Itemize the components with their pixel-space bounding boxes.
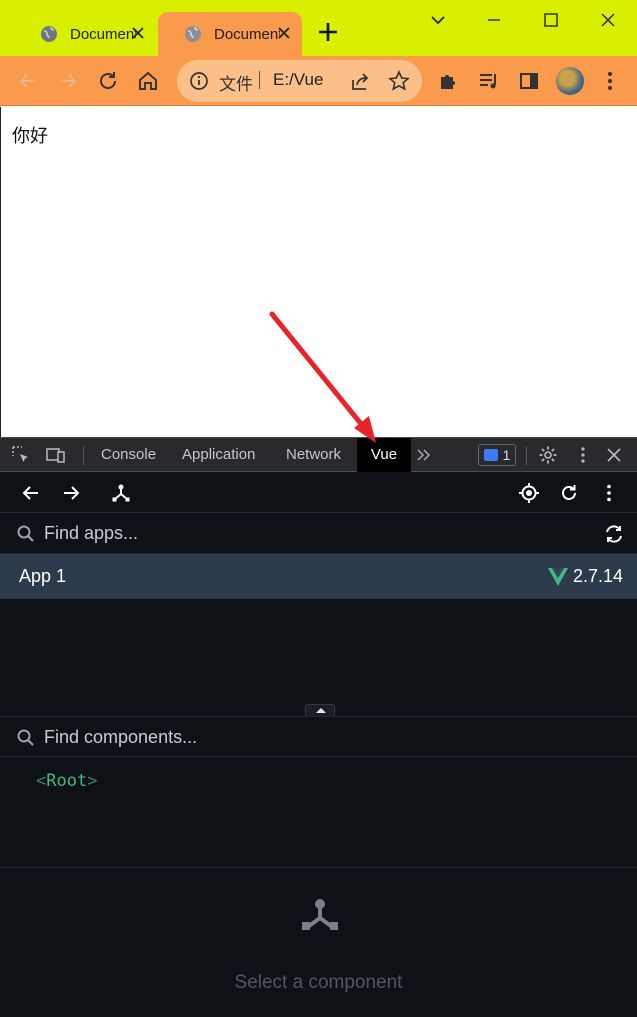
tab-search-chevron-icon[interactable] (426, 8, 450, 32)
close-devtools-icon[interactable] (604, 445, 624, 465)
devtools-menu-icon[interactable] (573, 445, 593, 465)
more-menu-icon[interactable] (598, 69, 622, 93)
maximize-icon[interactable] (539, 8, 563, 32)
tab-vue[interactable]: Vue (357, 438, 411, 472)
more-tabs-chevron-icon[interactable] (414, 445, 434, 465)
browser-tab-title: Document (214, 25, 280, 43)
select-component-hint: Select a component (234, 972, 403, 993)
tab-application[interactable]: Application (182, 438, 255, 472)
find-apps-input[interactable] (44, 519, 584, 547)
close-tab-icon[interactable] (276, 25, 292, 41)
root-tag-name: Root (46, 771, 88, 791)
info-icon[interactable] (189, 71, 209, 91)
close-window-icon[interactable] (596, 8, 620, 32)
tab-divider (83, 446, 84, 465)
bookmark-star-icon[interactable] (388, 70, 410, 92)
back-icon[interactable] (16, 69, 40, 93)
browser-tab-bar: Document Document (0, 0, 637, 56)
find-components-row (0, 716, 637, 757)
profile-avatar[interactable] (556, 67, 584, 95)
issues-counter[interactable]: 1 (478, 444, 516, 466)
find-components-input[interactable] (44, 723, 584, 751)
vue-devtools-panel: App 1 2.7.14 <Root> Select a component (0, 472, 637, 1017)
url-text[interactable]: E:/Vue (273, 70, 335, 90)
tab-divider (526, 446, 527, 465)
find-apps-row (0, 513, 637, 554)
media-queue-icon[interactable] (477, 69, 501, 93)
tag-close-bracket: > (87, 771, 98, 791)
browser-tab-2[interactable]: Document (158, 12, 302, 56)
collapse-up-icon (316, 708, 326, 713)
page-greeting-text: 你好 (12, 126, 48, 147)
component-inspector: Select a component (0, 869, 637, 1017)
extensions-icon[interactable] (437, 69, 461, 93)
forward-icon[interactable] (56, 69, 80, 93)
settings-gear-icon[interactable] (538, 445, 558, 465)
globe-icon (185, 26, 201, 42)
file-scheme-label: 文件 (219, 75, 253, 94)
component-tree-icon (302, 899, 338, 930)
page-viewport: 你好 (0, 107, 637, 437)
message-icon (483, 449, 498, 461)
pane-collapse-handle[interactable] (305, 704, 335, 716)
root-component-node[interactable]: <Root> (36, 771, 97, 791)
close-tab-icon[interactable] (130, 25, 146, 41)
vue-forward-icon[interactable] (60, 482, 82, 504)
devtools-tab-strip: Console Application Network Vue 1 (0, 437, 637, 472)
tab-network[interactable]: Network (286, 438, 341, 472)
select-component-target-icon[interactable] (518, 482, 540, 504)
vue-back-icon[interactable] (20, 482, 42, 504)
app-name: App 1 (19, 566, 67, 586)
vue-version: 2.7.14 (573, 566, 624, 586)
home-icon[interactable] (136, 69, 160, 93)
sync-icon[interactable] (603, 523, 625, 545)
inspect-element-icon[interactable] (11, 445, 31, 465)
share-icon[interactable] (349, 71, 371, 93)
vue-logo-icon (548, 568, 568, 586)
side-panel-icon[interactable] (517, 69, 541, 93)
refresh-icon[interactable] (558, 482, 580, 504)
browser-tab-1[interactable]: Document (14, 12, 156, 56)
component-tree: <Root> (0, 758, 637, 868)
vue-more-menu-icon[interactable] (598, 482, 620, 504)
issues-count: 1 (502, 447, 511, 463)
component-tree-icon[interactable] (110, 482, 132, 504)
tag-open-bracket: < (36, 771, 47, 791)
search-icon (17, 729, 34, 746)
tab-console[interactable]: Console (101, 438, 156, 472)
reload-icon[interactable] (96, 69, 120, 93)
app-list-item[interactable]: App 1 2.7.14 (0, 554, 637, 599)
device-toolbar-icon[interactable] (46, 445, 66, 465)
search-icon (17, 525, 34, 542)
globe-icon (41, 26, 57, 42)
new-tab-plus-icon[interactable] (316, 20, 340, 44)
address-bar[interactable]: 文件 E:/Vue (177, 60, 422, 102)
omnibox-divider (259, 71, 260, 89)
minimize-icon[interactable] (482, 8, 506, 32)
browser-tab-title: Document (70, 25, 136, 43)
vue-toolbar (0, 472, 637, 513)
